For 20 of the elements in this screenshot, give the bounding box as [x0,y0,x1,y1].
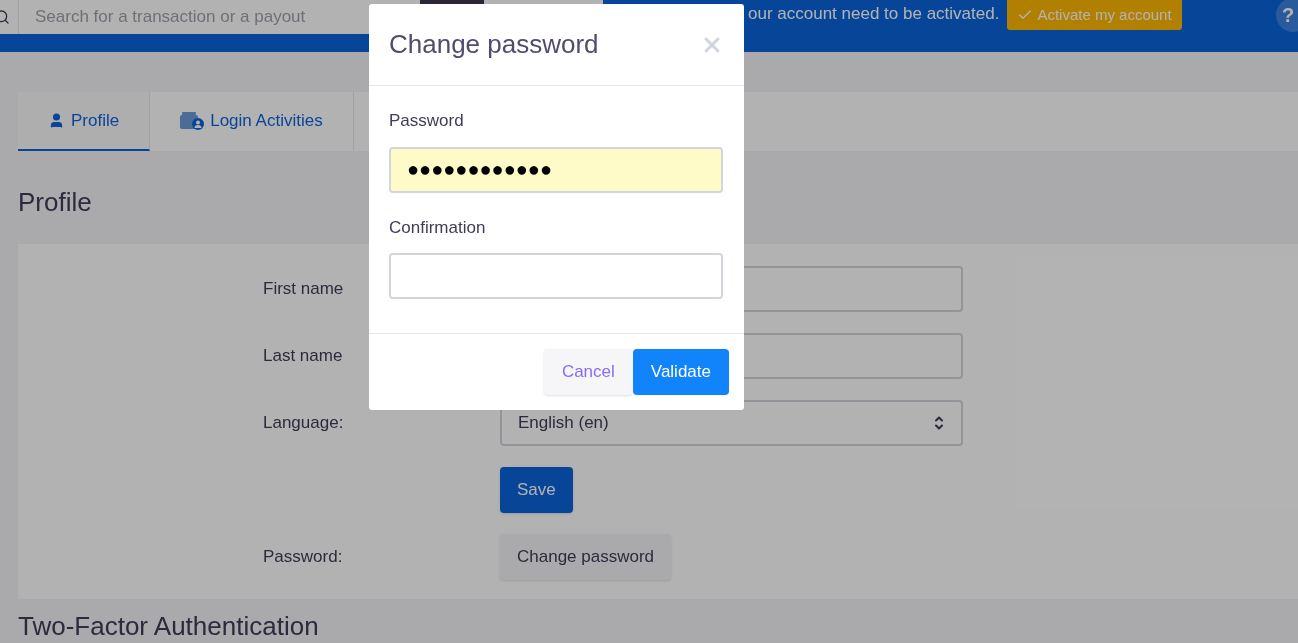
user-icon [48,112,65,129]
password-field[interactable] [389,253,723,299]
validate-button[interactable]: Validate [632,349,729,395]
field-label: Password: [263,547,343,567]
change-password-button[interactable]: Change password [500,534,672,580]
save-button[interactable]: Save [500,467,573,513]
field-label: Last name [263,346,343,366]
wallet-user-icon [180,111,205,130]
section-title: Two-Factor Authentication [18,613,320,639]
field-label: Language: [263,413,344,433]
activation-notice: our account need to be activated. [748,3,1000,25]
help-button[interactable]: ? [1276,0,1298,32]
field-label: First name [263,279,344,299]
field-label: Confirmation [389,216,487,239]
tab[interactable]: Login Activities [150,92,354,151]
password-field[interactable]: ●●●●●●●●●●●● [389,146,723,193]
field-label: Password [389,110,465,132]
section-title: Profile [18,186,93,219]
cancel-button[interactable]: Cancel [543,349,633,395]
tab[interactable]: Profile [18,92,151,151]
